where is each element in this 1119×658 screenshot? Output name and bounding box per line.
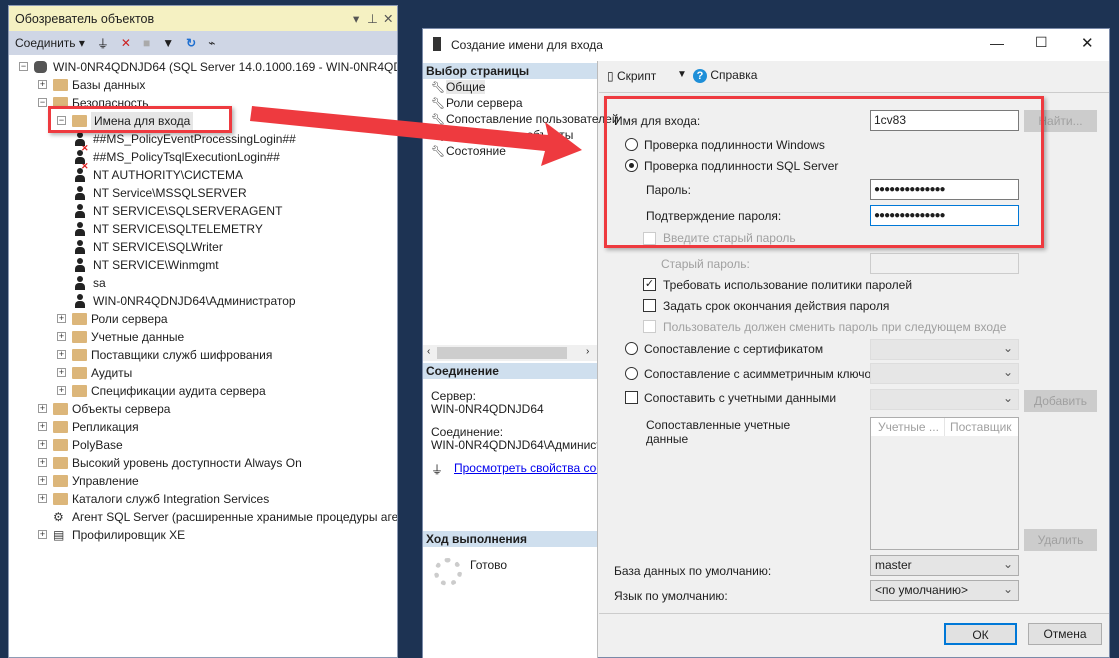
annotation-arrow <box>250 106 582 166</box>
annotation-arrow-shape <box>250 106 582 166</box>
